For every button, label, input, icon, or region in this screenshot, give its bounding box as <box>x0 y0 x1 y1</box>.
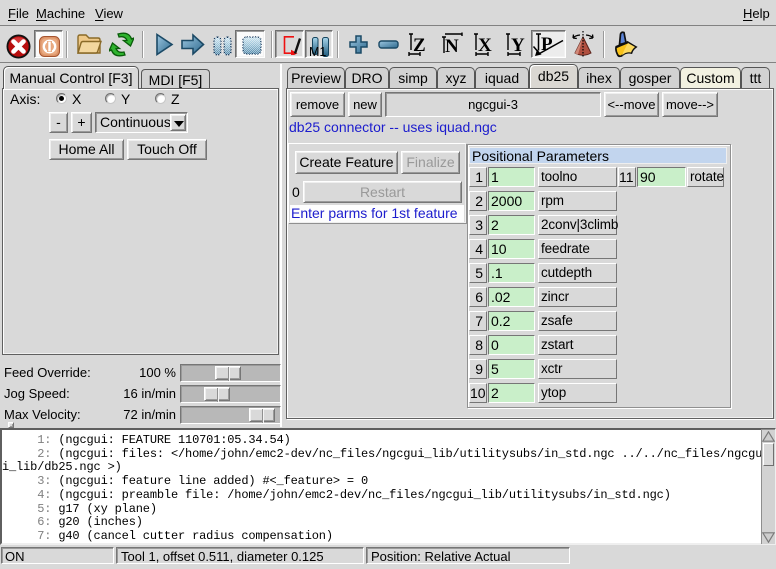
svg-text:M1: M1 <box>309 45 326 58</box>
svg-text:X: X <box>478 35 492 56</box>
svg-text:N: N <box>445 36 459 57</box>
svg-text:Y: Y <box>511 35 525 56</box>
